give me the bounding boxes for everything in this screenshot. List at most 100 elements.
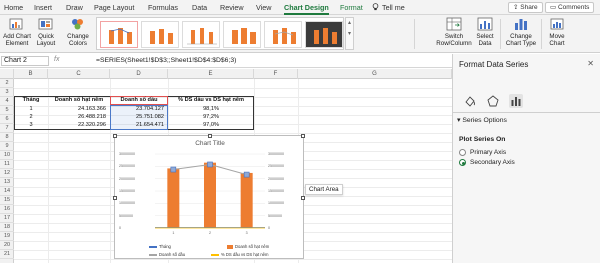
header-pct[interactable]: % DS dầu vs DS hạt nêm: [168, 96, 254, 104]
tab-home[interactable]: Home: [4, 3, 23, 12]
legend-pct[interactable]: % DS dầu vs DS hạt nêm: [211, 252, 268, 257]
change-chart-type-button[interactable]: Change Chart Type: [505, 17, 537, 47]
legend-dau[interactable]: Doanh số dầu: [149, 252, 185, 257]
cell-pct-2[interactable]: 97,2%: [168, 113, 254, 121]
column-header-c[interactable]: C: [48, 69, 110, 79]
tab-page-layout[interactable]: Page Layout: [94, 3, 134, 12]
cell-hat-nem-3[interactable]: 22.320.296: [48, 121, 106, 129]
header-doanh-so-dau[interactable]: Doanh số dầu: [110, 96, 168, 104]
name-box[interactable]: Chart 2: [1, 56, 49, 66]
formula-input[interactable]: =SERIES(Sheet1!$D$3;;Sheet1!$D$4:$D$6;3): [96, 57, 236, 64]
row-header-11[interactable]: 11: [0, 160, 14, 169]
legend-hat-nem[interactable]: Doanh số hạt nêm: [227, 244, 269, 249]
quick-layout-button[interactable]: Quick Layout: [34, 17, 58, 47]
resize-handle-l[interactable]: [113, 196, 117, 200]
bar-hat-nem-2[interactable]: [204, 162, 216, 228]
row-header-6[interactable]: 6: [0, 115, 14, 124]
cell-pct-3[interactable]: 97,0%: [168, 121, 254, 129]
resize-handle-t[interactable]: [208, 134, 212, 138]
legend-swatch-thang: [149, 246, 157, 248]
row-header-8[interactable]: 8: [0, 133, 14, 142]
series-options-section[interactable]: ▾ Series Options: [457, 116, 507, 124]
row-header-19[interactable]: 19: [0, 232, 14, 241]
switch-row-column-button[interactable]: Switch Row/Column: [436, 17, 472, 47]
comments-button[interactable]: ▭ Comments: [545, 2, 595, 13]
chart-styles-gallery[interactable]: [96, 17, 344, 50]
row-header-5[interactable]: 5: [0, 106, 14, 115]
cell-dau-1[interactable]: 23.704.127: [110, 105, 164, 113]
row-header-10[interactable]: 10: [0, 151, 14, 160]
tab-format[interactable]: Format: [340, 3, 363, 12]
bar-hat-nem-3[interactable]: [240, 172, 253, 228]
fill-line-icon[interactable]: [463, 94, 477, 108]
cell-thang-2[interactable]: 2: [14, 113, 48, 121]
row-header-13[interactable]: 13: [0, 178, 14, 187]
chart-style-5[interactable]: [264, 21, 302, 48]
column-header-d[interactable]: D: [110, 69, 168, 79]
tab-draw[interactable]: Draw: [66, 3, 83, 12]
resize-handle-r[interactable]: [301, 196, 305, 200]
effects-icon[interactable]: [486, 94, 500, 108]
tab-review[interactable]: Review: [220, 3, 244, 12]
cell-pct-1[interactable]: 98,1%: [168, 105, 254, 113]
tab-insert[interactable]: Insert: [34, 3, 52, 12]
marker-dau-2[interactable]: [207, 161, 213, 168]
share-button[interactable]: ⇪ Share: [508, 2, 543, 13]
row-header-9[interactable]: 9: [0, 142, 14, 151]
row-header-4[interactable]: 4: [0, 97, 14, 106]
move-chart-button[interactable]: Move Chart: [545, 17, 569, 47]
row-header-14[interactable]: 14: [0, 187, 14, 196]
row-header-16[interactable]: 16: [0, 205, 14, 214]
styles-scroll-button[interactable]: ▴ ▾: [345, 17, 354, 50]
tab-formulas[interactable]: Formulas: [148, 3, 178, 12]
row-header-3[interactable]: 3: [0, 88, 14, 97]
cell-thang-1[interactable]: 1: [14, 105, 48, 113]
function-icon[interactable]: fx: [54, 56, 59, 63]
tab-chart-design[interactable]: Chart Design: [284, 3, 329, 15]
select-data-button[interactable]: Select Data: [473, 17, 497, 47]
series-options-icon[interactable]: [509, 94, 523, 108]
cell-dau-2[interactable]: 25.751.082: [110, 113, 164, 121]
tell-me-search[interactable]: Tell me: [382, 3, 405, 12]
column-header-e[interactable]: E: [168, 69, 254, 79]
cell-hat-nem-2[interactable]: 26.488.218: [48, 113, 106, 121]
bar-hat-nem-1[interactable]: [167, 168, 180, 228]
row-header-18[interactable]: 18: [0, 223, 14, 232]
chart-style-1[interactable]: [100, 21, 138, 48]
secondary-axis-label[interactable]: Secondary Axis: [470, 159, 515, 166]
marker-dau-1[interactable]: [170, 166, 177, 173]
row-header-7[interactable]: 7: [0, 124, 14, 133]
add-chart-element-button[interactable]: Add Chart Element: [2, 17, 32, 47]
resize-handle-tr[interactable]: [301, 134, 305, 138]
column-header-f[interactable]: F: [254, 69, 298, 79]
secondary-axis-radio[interactable]: [459, 159, 466, 166]
header-doanh-so-hat-nem[interactable]: Doanh số hạt nêm: [48, 96, 110, 104]
row-header-15[interactable]: 15: [0, 196, 14, 205]
row-header-2[interactable]: 2: [0, 79, 14, 88]
cell-dau-3[interactable]: 21.654.471: [110, 121, 164, 129]
select-all-corner[interactable]: [0, 69, 14, 79]
row-header-17[interactable]: 17: [0, 214, 14, 223]
chart-area[interactable]: Chart Title 30000000 30000000 25000000 2500…: [113, 134, 305, 259]
chart-style-6[interactable]: [305, 21, 343, 48]
close-icon[interactable]: ✕: [587, 59, 594, 68]
row-header-12[interactable]: 12: [0, 169, 14, 178]
cell-thang-3[interactable]: 3: [14, 121, 48, 129]
column-header-b[interactable]: B: [14, 69, 48, 79]
cell-hat-nem-1[interactable]: 24.163.366: [48, 105, 106, 113]
header-thang[interactable]: Tháng: [14, 96, 48, 104]
chart-style-2[interactable]: [141, 21, 179, 48]
marker-dau-3[interactable]: [243, 171, 250, 178]
change-colors-button[interactable]: Change Colors: [64, 17, 92, 47]
resize-handle-tl[interactable]: [113, 134, 117, 138]
tab-view[interactable]: View: [256, 3, 271, 12]
tab-data[interactable]: Data: [192, 3, 207, 12]
row-header-20[interactable]: 20: [0, 241, 14, 250]
chart-style-3[interactable]: [182, 21, 220, 48]
chart-style-4[interactable]: [223, 21, 261, 48]
legend-thang[interactable]: Tháng: [149, 244, 171, 249]
primary-axis-radio[interactable]: [459, 149, 466, 156]
column-header-g[interactable]: G: [298, 69, 452, 79]
row-header-21[interactable]: 21: [0, 250, 14, 259]
primary-axis-label[interactable]: Primary Axis: [470, 149, 506, 156]
